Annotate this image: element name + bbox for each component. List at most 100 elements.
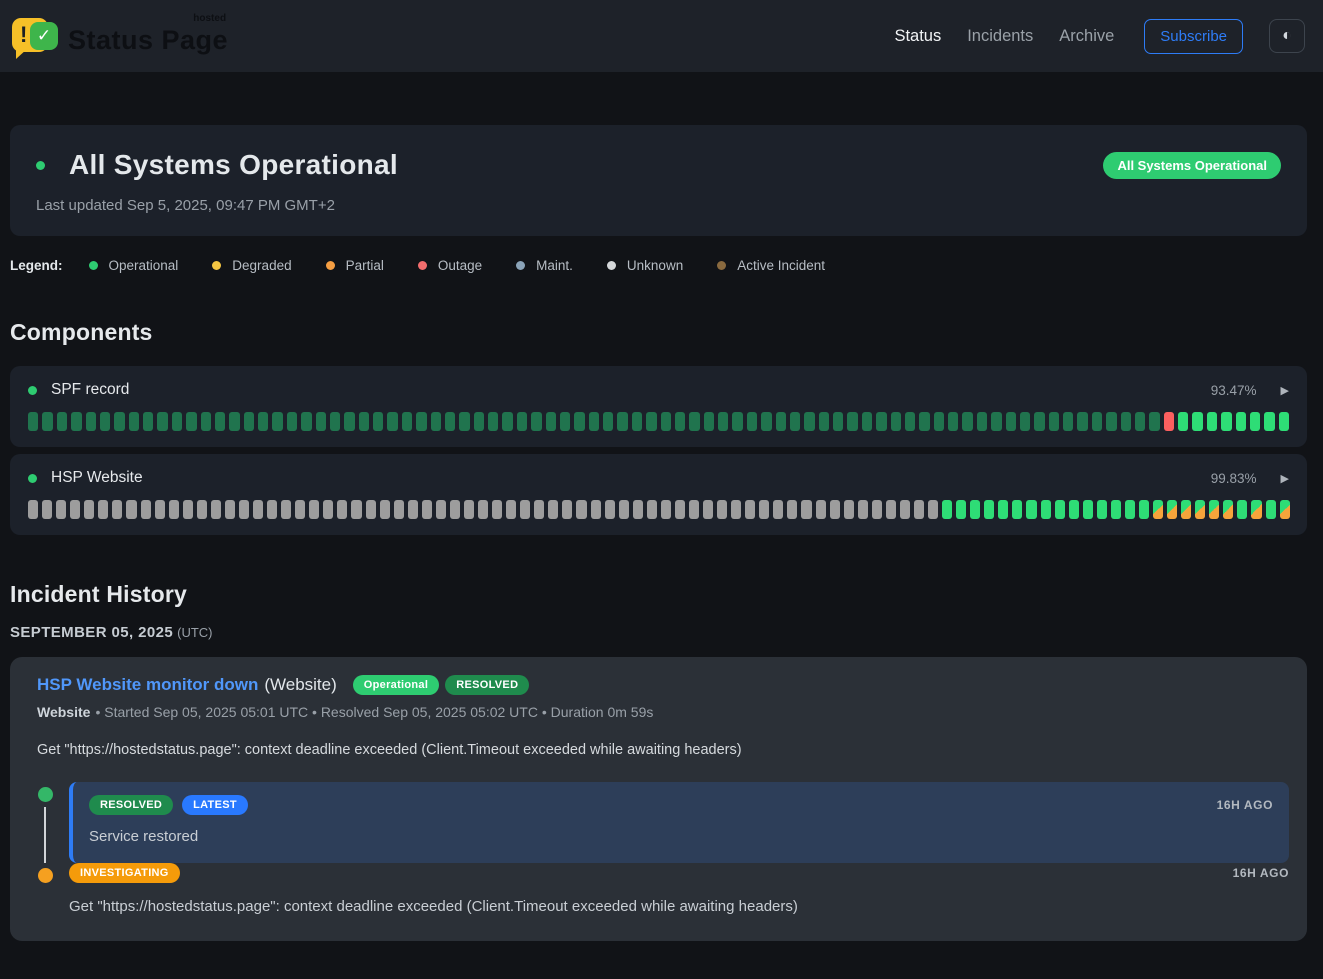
uptime-bar[interactable] — [416, 412, 426, 431]
uptime-bar[interactable] — [745, 500, 755, 519]
uptime-bar[interactable] — [112, 500, 122, 519]
uptime-bar[interactable] — [1055, 500, 1065, 519]
uptime-bar[interactable] — [919, 412, 929, 431]
uptime-bar[interactable] — [86, 412, 96, 431]
uptime-bar[interactable] — [956, 500, 966, 519]
uptime-bar[interactable] — [56, 500, 66, 519]
uptime-bar[interactable] — [1125, 500, 1135, 519]
uptime-bar[interactable] — [1264, 412, 1274, 431]
uptime-bar[interactable] — [914, 500, 924, 519]
uptime-bar[interactable] — [962, 412, 972, 431]
uptime-bar[interactable] — [1266, 500, 1276, 519]
uptime-bar[interactable] — [201, 412, 211, 431]
uptime-bar[interactable] — [560, 412, 570, 431]
uptime-bar[interactable] — [436, 500, 446, 519]
uptime-bar[interactable] — [225, 500, 235, 519]
uptime-bar[interactable] — [84, 500, 94, 519]
uptime-bar[interactable] — [1121, 412, 1131, 431]
uptime-bar[interactable] — [1181, 500, 1191, 519]
uptime-bar[interactable] — [732, 412, 742, 431]
uptime-bar[interactable] — [703, 500, 713, 519]
uptime-bar[interactable] — [1020, 412, 1030, 431]
uptime-bar[interactable] — [891, 412, 901, 431]
uptime-bar[interactable] — [928, 500, 938, 519]
uptime-bar[interactable] — [172, 412, 182, 431]
uptime-bar[interactable] — [991, 412, 1001, 431]
uptime-bar[interactable] — [431, 412, 441, 431]
uptime-bar[interactable] — [71, 412, 81, 431]
uptime-bar[interactable] — [351, 500, 361, 519]
uptime-bar[interactable] — [474, 412, 484, 431]
uptime-bar[interactable] — [731, 500, 741, 519]
uptime-bar[interactable] — [1135, 412, 1145, 431]
expand-caret-icon[interactable]: ▶ — [1281, 384, 1289, 397]
uptime-bar[interactable] — [1069, 500, 1079, 519]
uptime-bar[interactable] — [1139, 500, 1149, 519]
uptime-bar[interactable] — [323, 500, 333, 519]
uptime-bar[interactable] — [183, 500, 193, 519]
uptime-bar[interactable] — [42, 412, 52, 431]
uptime-bar[interactable] — [394, 500, 404, 519]
uptime-bar[interactable] — [464, 500, 474, 519]
uptime-bar[interactable] — [942, 500, 952, 519]
uptime-bar[interactable] — [129, 412, 139, 431]
uptime-bar[interactable] — [548, 500, 558, 519]
expand-caret-icon[interactable]: ▶ — [1281, 472, 1289, 485]
uptime-bar[interactable] — [819, 412, 829, 431]
uptime-bar[interactable] — [1209, 500, 1219, 519]
uptime-bar[interactable] — [211, 500, 221, 519]
uptime-bar[interactable] — [576, 500, 586, 519]
nav-item-incidents[interactable]: Incidents — [967, 27, 1033, 46]
uptime-bar[interactable] — [632, 412, 642, 431]
uptime-bar[interactable] — [28, 500, 38, 519]
uptime-bar[interactable] — [619, 500, 629, 519]
uptime-bar[interactable] — [488, 412, 498, 431]
uptime-bar[interactable] — [478, 500, 488, 519]
uptime-bar[interactable] — [773, 500, 783, 519]
uptime-bar[interactable] — [1063, 412, 1073, 431]
uptime-bar[interactable] — [1178, 412, 1188, 431]
uptime-bar[interactable] — [1034, 412, 1044, 431]
uptime-bar[interactable] — [603, 412, 613, 431]
uptime-bar[interactable] — [98, 500, 108, 519]
uptime-bar[interactable] — [531, 412, 541, 431]
uptime-bar[interactable] — [934, 412, 944, 431]
uptime-bar[interactable] — [605, 500, 615, 519]
uptime-bar[interactable] — [1077, 412, 1087, 431]
uptime-bar[interactable] — [330, 412, 340, 431]
uptime-bar[interactable] — [905, 412, 915, 431]
uptime-bar[interactable] — [267, 500, 277, 519]
uptime-bar[interactable] — [387, 412, 397, 431]
uptime-bar[interactable] — [1167, 500, 1177, 519]
uptime-bar[interactable] — [1250, 412, 1260, 431]
uptime-bar[interactable] — [1106, 412, 1116, 431]
uptime-bar[interactable] — [502, 412, 512, 431]
uptime-bar[interactable] — [647, 500, 657, 519]
theme-toggle-button[interactable]: ◐ — [1269, 19, 1305, 53]
uptime-bar[interactable] — [1092, 412, 1102, 431]
uptime-bar[interactable] — [169, 500, 179, 519]
uptime-bar[interactable] — [816, 500, 826, 519]
uptime-bar[interactable] — [450, 500, 460, 519]
uptime-bar[interactable] — [459, 412, 469, 431]
uptime-bar[interactable] — [646, 412, 656, 431]
uptime-bar[interactable] — [1153, 500, 1163, 519]
uptime-bar[interactable] — [520, 500, 530, 519]
uptime-bar[interactable] — [574, 412, 584, 431]
uptime-bar[interactable] — [872, 500, 882, 519]
uptime-bar[interactable] — [70, 500, 80, 519]
uptime-bar[interactable] — [589, 412, 599, 431]
uptime-bar[interactable] — [876, 412, 886, 431]
uptime-bar[interactable] — [229, 412, 239, 431]
uptime-bar[interactable] — [1111, 500, 1121, 519]
uptime-bar[interactable] — [546, 412, 556, 431]
uptime-bar[interactable] — [373, 412, 383, 431]
uptime-bar[interactable] — [675, 500, 685, 519]
uptime-bar[interactable] — [272, 412, 282, 431]
uptime-bar[interactable] — [126, 500, 136, 519]
uptime-bar[interactable] — [253, 500, 263, 519]
uptime-bar[interactable] — [633, 500, 643, 519]
uptime-bar[interactable] — [717, 500, 727, 519]
uptime-bar[interactable] — [281, 500, 291, 519]
uptime-bar[interactable] — [309, 500, 319, 519]
